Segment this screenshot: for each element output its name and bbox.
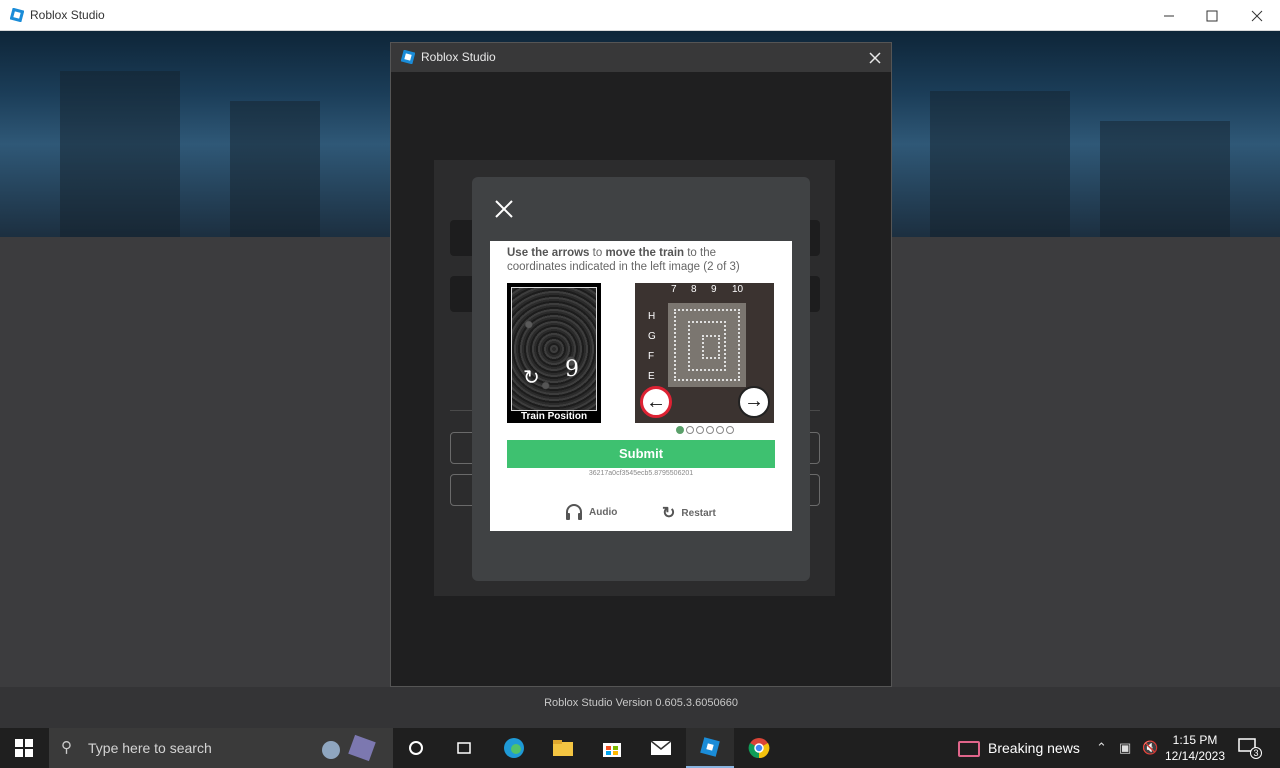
headphones-icon xyxy=(566,504,582,520)
minimize-button[interactable] xyxy=(1146,0,1192,31)
backdrop-building xyxy=(60,71,180,237)
edge-button[interactable] xyxy=(490,728,538,768)
train-track-map xyxy=(668,303,746,387)
rotate-glyph-icon: ↻ xyxy=(523,367,540,389)
row-label: E xyxy=(648,371,655,382)
roblox-studio-icon xyxy=(700,737,720,757)
volume-muted-icon[interactable]: 🔇 xyxy=(1142,740,1158,756)
progress-dot xyxy=(726,426,734,434)
maximize-button[interactable] xyxy=(1189,0,1235,31)
move-right-button[interactable]: → xyxy=(738,386,770,418)
progress-dot xyxy=(696,426,704,434)
captcha-close-button[interactable] xyxy=(492,197,516,221)
cortana-button[interactable] xyxy=(392,728,440,768)
audio-button[interactable]: Audio xyxy=(565,503,617,521)
main-title-bar: Roblox Studio xyxy=(0,0,1280,31)
minimize-icon xyxy=(1164,15,1174,16)
search-icon: ⚲ xyxy=(61,739,72,756)
meet-now-icon[interactable]: ▣ xyxy=(1119,740,1131,756)
train-map-image: 7 8 9 10 H G F E ← → xyxy=(635,283,774,423)
studio-version-label: Roblox Studio Version 0.605.3.6050660 xyxy=(544,697,738,709)
row-label: G xyxy=(648,331,656,342)
start-button[interactable] xyxy=(0,728,48,768)
windows-logo-icon xyxy=(15,739,33,757)
search-highlight-icon xyxy=(322,734,376,762)
folder-icon xyxy=(553,740,573,756)
close-icon xyxy=(869,52,881,64)
instruction-bold: Use the arrows xyxy=(507,247,590,259)
maximize-icon xyxy=(1206,10,1218,21)
clock-date: 12/14/2023 xyxy=(1164,749,1226,763)
taskbar-search-box[interactable]: ⚲ Type here to search xyxy=(49,728,393,768)
restart-button[interactable]: ↻ Restart xyxy=(662,503,716,523)
row-label: F xyxy=(648,351,655,362)
notification-count: 3 xyxy=(1250,747,1262,759)
train-position-caption: Train Position xyxy=(520,411,588,422)
chrome-icon xyxy=(748,738,770,759)
captcha-modal: Use the arrows to move the train to the … xyxy=(472,177,810,581)
track-loop xyxy=(702,335,720,359)
column-label: 7 xyxy=(671,284,677,295)
column-label: 8 xyxy=(691,284,697,295)
task-view-button[interactable] xyxy=(440,728,488,768)
progress-dot xyxy=(706,426,714,434)
news-label: Breaking news xyxy=(988,740,1080,756)
task-view-icon xyxy=(457,742,471,754)
search-placeholder: Type here to search xyxy=(88,740,212,756)
column-label: 10 xyxy=(732,284,744,295)
target-position-image: ↻ 9 Train Position xyxy=(507,283,601,423)
news-icon xyxy=(958,741,980,758)
instruction-text: to xyxy=(589,247,606,259)
captcha-instructions: Use the arrows to move the train to the … xyxy=(507,246,777,274)
backdrop-building xyxy=(230,101,320,237)
session-id: 36217a0cf3545ecb5.8795506201 xyxy=(588,470,694,477)
roblox-studio-taskbar-button[interactable] xyxy=(686,728,734,768)
roblox-studio-logo-icon xyxy=(401,50,415,64)
target-number: 9 xyxy=(565,357,579,382)
dialog-title: Roblox Studio xyxy=(421,50,496,64)
chrome-button[interactable] xyxy=(735,728,783,768)
progress-dot xyxy=(686,426,694,434)
restart-icon: ↻ xyxy=(662,505,676,522)
forest-texture xyxy=(511,287,597,411)
close-icon xyxy=(1251,10,1263,21)
audio-label: Audio xyxy=(589,506,618,518)
show-hidden-icons-button[interactable]: ⌃ xyxy=(1096,740,1107,756)
clock-time: 1:15 PM xyxy=(1172,733,1218,747)
arrow-right-icon: → xyxy=(744,390,764,412)
store-icon xyxy=(603,743,621,757)
arrow-left-icon: ← xyxy=(646,391,666,413)
row-label: H xyxy=(648,311,656,322)
progress-dots xyxy=(676,426,734,434)
dialog-close-button[interactable] xyxy=(863,47,887,69)
cortana-icon xyxy=(409,741,423,755)
restart-label: Restart xyxy=(681,507,716,519)
system-clock[interactable]: 1:15 PM 12/14/2023 xyxy=(1160,732,1230,764)
progress-dot xyxy=(676,426,684,434)
backdrop-building xyxy=(1100,121,1230,237)
roblox-studio-logo-icon xyxy=(10,8,24,22)
file-explorer-button[interactable] xyxy=(539,728,587,768)
close-window-button[interactable] xyxy=(1234,0,1280,31)
instruction-bold: move the train xyxy=(605,247,685,259)
window-title: Roblox Studio xyxy=(30,8,105,22)
notifications-button[interactable]: 3 xyxy=(1238,738,1262,759)
captcha-challenge: Use the arrows to move the train to the … xyxy=(490,241,792,531)
backdrop-building xyxy=(930,91,1070,237)
move-left-button[interactable]: ← xyxy=(640,386,672,418)
mail-icon xyxy=(650,740,672,755)
news-widget[interactable]: Breaking news xyxy=(958,740,1080,758)
column-label: 9 xyxy=(711,284,717,295)
submit-button[interactable]: Submit xyxy=(507,440,775,468)
edge-icon xyxy=(504,738,524,758)
progress-dot xyxy=(716,426,724,434)
mail-button[interactable] xyxy=(637,728,685,768)
store-button[interactable] xyxy=(588,728,636,768)
windows-taskbar: ⚲ Type here to search Breaking news ⌃ ▣ xyxy=(0,728,1280,768)
dialog-title-bar: Roblox Studio xyxy=(391,43,891,72)
